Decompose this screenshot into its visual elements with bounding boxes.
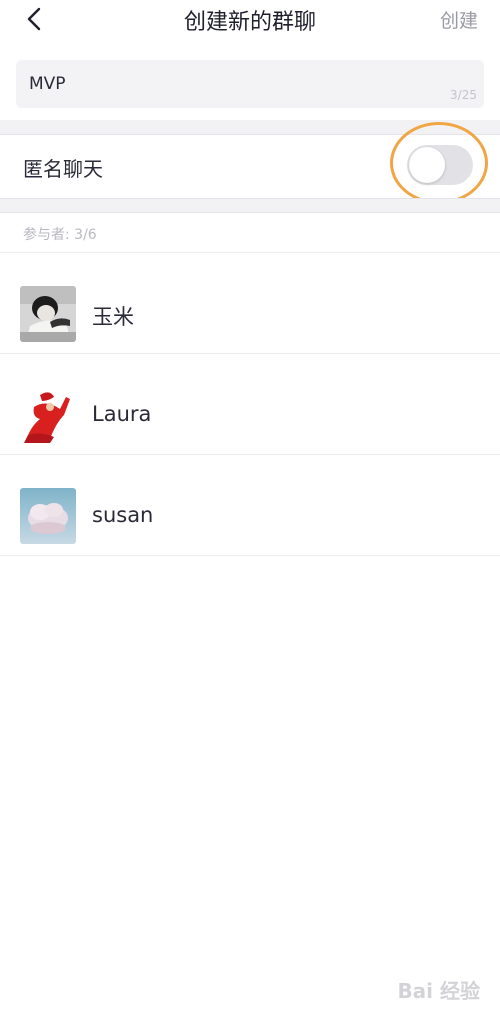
member-row[interactable]: Laura [0, 354, 500, 454]
chevron-left-icon [27, 7, 41, 31]
participants-count: 参与者: 3/6 [23, 227, 97, 243]
anonymous-chat-label: 匿名聊天 [23, 157, 103, 181]
member-row[interactable]: 玉米 [0, 253, 500, 353]
group-name-field[interactable]: 3/25 [16, 60, 484, 108]
cloud-sky-avatar [20, 488, 76, 544]
avatar [20, 488, 76, 544]
red-dress-avatar [20, 387, 76, 443]
section-gap [0, 120, 500, 135]
avatar [20, 387, 76, 443]
anonymous-chat-toggle[interactable] [407, 145, 473, 185]
group-name-input[interactable] [29, 70, 429, 98]
watermark: Bai 经验 [397, 979, 480, 1003]
avatar [20, 286, 76, 342]
member-name: Laura [92, 402, 152, 426]
toggle-knob [409, 147, 445, 183]
divider [0, 555, 500, 556]
member-row[interactable]: susan [0, 455, 500, 555]
char-count: 3/25 [450, 88, 477, 102]
top-bar: 创建新的群聊 创建 [0, 0, 500, 40]
member-name: 玉米 [92, 305, 134, 329]
create-group-chat-screen: 创建新的群聊 创建 3/25 匿名聊天 参与者: 3/6 玉米 [0, 0, 500, 1012]
back-button[interactable] [18, 2, 50, 36]
bw-portrait-avatar [20, 286, 76, 342]
member-name: susan [92, 503, 154, 527]
section-gap [0, 198, 500, 213]
page-title: 创建新的群聊 [183, 10, 316, 35]
create-button[interactable]: 创建 [440, 6, 478, 33]
